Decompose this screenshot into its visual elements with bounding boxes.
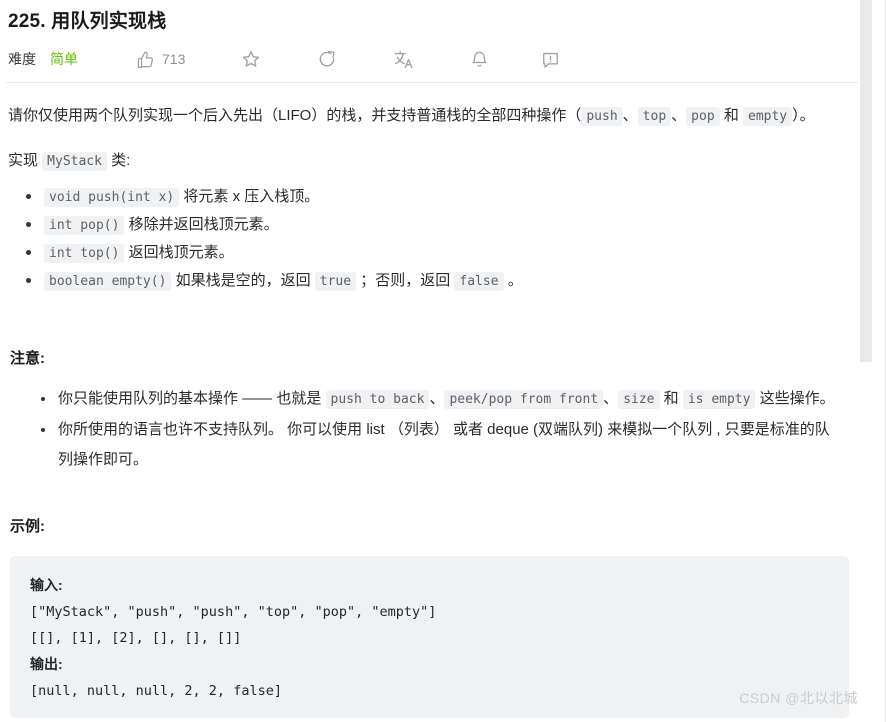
inline-code-push-to-back: push to back — [325, 390, 430, 409]
method-signature: int pop() — [44, 216, 125, 235]
notes-heading: 注意: — [10, 350, 45, 367]
description-paragraph: 请你仅使用两个队列实现一个后入先出（LIFO）的栈，并支持普通栈的全部四种操作（… — [8, 101, 844, 132]
inline-code-mystack: MyStack — [42, 152, 107, 171]
example-code-block: 输入: ["MyStack", "push", "push", "top", "… — [10, 556, 849, 718]
notes-list: 你只能使用队列的基本操作 —— 也就是 push to back、 peek/po… — [8, 384, 844, 475]
inline-code-push: push — [581, 107, 623, 126]
method-signature: int top() — [44, 244, 125, 263]
input-label: 输入: — [30, 577, 63, 593]
desc-sep-1: 、 — [622, 107, 638, 124]
method-description: 如果栈是空的，返回 — [171, 272, 315, 289]
like-count: 713 — [162, 51, 186, 67]
inline-code-peek-pop-from-front: peek/pop from front — [444, 390, 604, 409]
inline-code-pop: pop — [686, 107, 720, 126]
star-icon[interactable] — [241, 46, 261, 72]
share-icon[interactable] — [317, 46, 337, 72]
like-button[interactable]: 713 — [136, 46, 185, 72]
method-description-3: 。 — [503, 272, 523, 289]
problem-content: 请你仅使用两个队列实现一个后入先出（LIFO）的栈，并支持普通栈的全部四种操作（… — [6, 101, 849, 718]
list-item: 你所使用的语言也许不支持队列。 你可以使用 list （列表） 或者 deque… — [41, 415, 844, 475]
desc-text-e: ）。 — [792, 107, 815, 124]
translate-icon[interactable] — [393, 46, 414, 72]
method-description: 将元素 x 压入栈顶。 — [179, 188, 320, 205]
inline-code-empty: empty — [743, 107, 793, 126]
feedback-icon[interactable] — [541, 46, 560, 72]
header-divider — [6, 82, 858, 83]
inline-code-false: false — [454, 272, 504, 291]
method-description-2: ；否则，返回 — [356, 272, 455, 289]
method-signature: boolean empty() — [44, 272, 172, 291]
desc-text-d: 和 — [719, 107, 743, 124]
list-item: 你只能使用队列的基本操作 —— 也就是 push to back、 peek/po… — [41, 384, 844, 415]
output-line-1: [null, null, null, 2, 2, false] — [30, 683, 282, 699]
difficulty-value[interactable]: 简单 — [50, 49, 78, 69]
list-item: void push(int x) 将元素 x 压入栈顶。 — [26, 183, 844, 211]
example-heading: 示例: — [10, 518, 45, 535]
implement-text-b: 类: — [106, 152, 131, 169]
note-text-e: 这些操作。 — [755, 390, 835, 407]
method-signature: void push(int x) — [44, 188, 180, 207]
list-item: int top() 返回栈顶元素。 — [26, 239, 844, 267]
vertical-scrollbar-track[interactable] — [860, 0, 879, 722]
list-item: boolean empty() 如果栈是空的，返回 true ；否则，返回 fa… — [26, 267, 844, 295]
input-line-1: ["MyStack", "push", "push", "top", "pop"… — [30, 604, 437, 620]
input-line-2: [[], [1], [2], [], [], []] — [30, 630, 242, 646]
list-item: int pop() 移除并返回栈顶元素。 — [26, 211, 844, 239]
method-description: 移除并返回栈顶元素。 — [124, 216, 279, 233]
note-text-a: 你只能使用队列的基本操作 —— 也就是 — [58, 390, 326, 407]
inline-code-top: top — [637, 107, 672, 126]
difficulty-label: 难度 — [8, 51, 36, 67]
inline-code-is-empty: is empty — [682, 390, 756, 409]
watermark: CSDN @北以北城 — [739, 690, 858, 706]
thumbs-up-icon[interactable] — [136, 46, 155, 72]
problem-page: 225. 用队列实现栈 难度 简单 713 请你仅使用两个队列实现一个后入先出（… — [0, 0, 862, 722]
implement-text-a: 实现 — [8, 152, 43, 169]
desc-text-a: 请你仅使用两个队列实现一个后入先出（LIFO）的栈，并支持普通栈的全部四种操作（ — [8, 107, 582, 124]
bell-icon[interactable] — [470, 46, 489, 72]
vertical-scrollbar-thumb[interactable] — [860, 0, 872, 362]
meta-action-row: 难度 简单 713 — [8, 42, 844, 76]
note-sep-2: 、 — [603, 390, 619, 407]
method-list: void push(int x) 将元素 x 压入栈顶。 int pop() 移… — [8, 183, 844, 295]
inline-code-size: size — [618, 390, 660, 409]
note-text-d: 和 — [659, 390, 683, 407]
note-sep-1: 、 — [429, 390, 445, 407]
desc-sep-2: 、 — [671, 107, 687, 124]
page-title: 225. 用队列实现栈 — [8, 11, 167, 32]
implement-class-paragraph: 实现 MyStack 类: — [8, 146, 844, 177]
output-label: 输出: — [30, 656, 63, 672]
inline-code-true: true — [314, 272, 357, 291]
method-description: 返回栈顶元素。 — [124, 244, 234, 261]
